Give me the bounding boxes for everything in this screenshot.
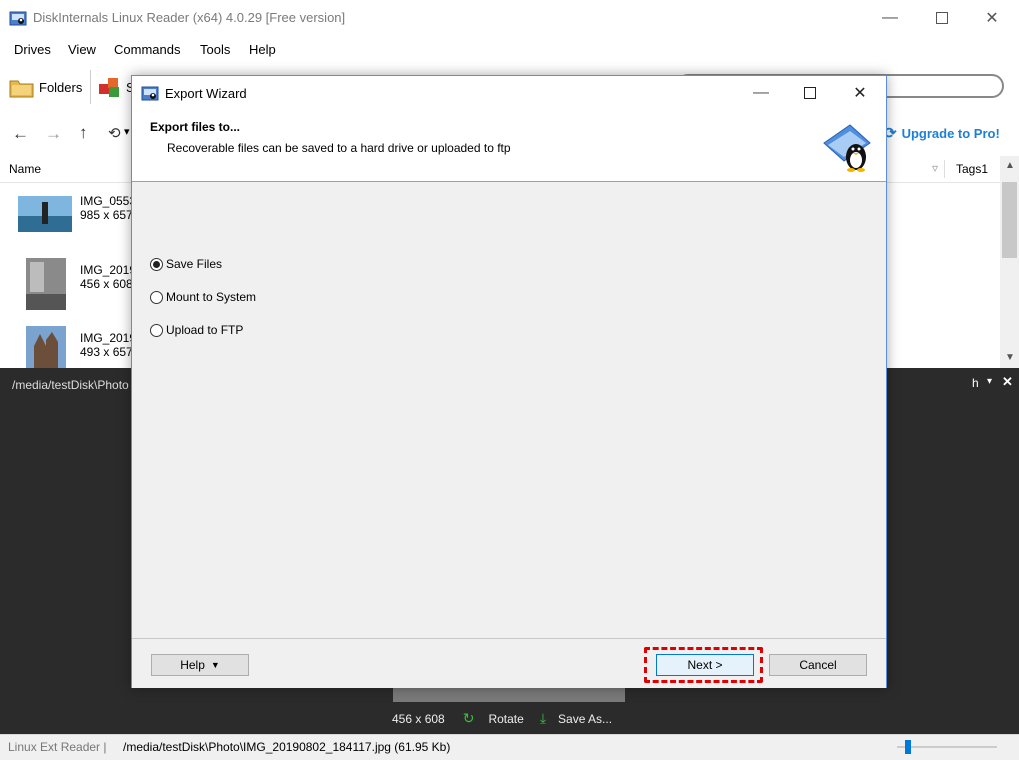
upgrade-link[interactable]: ⟳ Upgrade to Pro! bbox=[884, 124, 1000, 142]
dialog-footer: Help ▼ Next > Cancel bbox=[132, 638, 886, 688]
file-dims: 985 x 657 bbox=[80, 208, 133, 222]
save-as-icon[interactable]: ⤓ bbox=[540, 710, 546, 727]
dialog-header: Export files to... Recoverable files can… bbox=[132, 109, 886, 182]
toolbar-divider bbox=[90, 70, 91, 104]
list-item[interactable]: IMG_0553 985 x 657 bbox=[0, 194, 140, 256]
minimize-button[interactable]: — bbox=[867, 0, 913, 36]
list-item[interactable]: IMG_2019 456 x 608 bbox=[0, 258, 140, 320]
preview-close-icon[interactable]: ✕ bbox=[1002, 374, 1013, 390]
option-mount-label: Mount to System bbox=[166, 290, 257, 304]
dialog-app-icon bbox=[141, 86, 159, 101]
dialog-header-title: Export files to... bbox=[150, 120, 241, 134]
dialog-body: Save Files Mount to System Upload to FTP bbox=[132, 182, 886, 638]
file-dims: 493 x 657 bbox=[80, 345, 133, 359]
maximize-button[interactable] bbox=[919, 0, 965, 36]
zoom-slider-thumb[interactable] bbox=[904, 740, 911, 754]
maximize-icon bbox=[804, 86, 816, 99]
close-icon: ✕ bbox=[985, 10, 999, 27]
maximize-icon bbox=[936, 12, 948, 24]
dialog-close-button[interactable]: ✕ bbox=[837, 76, 883, 109]
column-divider bbox=[944, 160, 945, 178]
status-bar: Linux Ext Reader | /media/testDisk\Photo… bbox=[0, 734, 1019, 760]
dialog-maximize-button[interactable] bbox=[787, 76, 833, 109]
thumbnail-image bbox=[26, 258, 66, 310]
menu-help[interactable]: Help bbox=[249, 42, 276, 57]
cancel-button[interactable]: Cancel bbox=[769, 654, 867, 676]
minimize-icon: — bbox=[753, 83, 769, 101]
close-button[interactable]: ✕ bbox=[969, 0, 1015, 36]
option-mount-to-system[interactable]: Mount to System bbox=[150, 290, 256, 304]
save-as-button[interactable]: Save As... bbox=[558, 712, 612, 726]
preview-toolbar: 456 x 608 ↻ Rotate ⤓ Save As... bbox=[392, 710, 612, 727]
list-item[interactable]: IMG_2019 493 x 657 bbox=[0, 326, 140, 368]
preview-path: /media/testDisk\Photo bbox=[12, 378, 129, 392]
rotate-button[interactable]: Rotate bbox=[488, 712, 523, 726]
radio-upload-to-ftp[interactable] bbox=[150, 323, 163, 337]
file-name: IMG_2019 bbox=[80, 331, 137, 345]
file-name: IMG_2019 bbox=[80, 263, 137, 277]
file-name: IMG_0553 bbox=[80, 194, 137, 208]
preview-right-label: h bbox=[972, 376, 979, 390]
dialog-title: Export Wizard bbox=[165, 86, 247, 101]
folders-label: Folders bbox=[39, 79, 83, 95]
next-button[interactable]: Next > bbox=[656, 654, 754, 676]
dialog-minimize-button[interactable]: — bbox=[738, 76, 784, 109]
cubes-icon bbox=[99, 78, 119, 97]
zoom-slider-track[interactable] bbox=[897, 746, 997, 748]
upgrade-label: Upgrade to Pro! bbox=[901, 125, 1000, 141]
app-icon bbox=[9, 11, 27, 26]
column-name[interactable]: Name bbox=[9, 162, 41, 176]
up-arrow-icon[interactable]: ↑ bbox=[79, 123, 88, 143]
menu-commands[interactable]: Commands bbox=[114, 42, 180, 57]
folders-button[interactable]: Folders bbox=[8, 72, 82, 102]
filter-icon[interactable]: ▿ bbox=[932, 161, 938, 175]
option-ftp-label: Upload to FTP bbox=[166, 323, 244, 337]
thumbnail-image bbox=[18, 196, 72, 232]
option-save-files-label: Save Files bbox=[166, 257, 223, 271]
dialog-header-subtitle: Recoverable files can be saved to a hard… bbox=[167, 141, 511, 155]
minimize-icon: — bbox=[882, 9, 898, 26]
preview-image bbox=[393, 686, 625, 702]
export-wizard-dialog: Export Wizard — ✕ Export files to... Rec… bbox=[131, 75, 887, 688]
history-dropdown-icon[interactable]: ▾ bbox=[124, 125, 130, 138]
penguin-logo-icon bbox=[823, 124, 871, 172]
dialog-titlebar: Export Wizard — ✕ bbox=[132, 76, 886, 109]
radio-mount-to-system[interactable] bbox=[150, 290, 163, 304]
history-icon[interactable]: ⟲ bbox=[108, 124, 121, 142]
status-left: Linux Ext Reader | bbox=[8, 740, 107, 754]
next-button-label: Next > bbox=[687, 658, 723, 672]
scroll-up-icon[interactable]: ▲ bbox=[1005, 160, 1015, 171]
help-button-label: Help bbox=[180, 658, 205, 672]
main-titlebar: DiskInternals Linux Reader (x64) 4.0.29 … bbox=[0, 0, 1019, 36]
chevron-down-icon: ▼ bbox=[210, 660, 220, 670]
status-path: /media/testDisk\Photo\IMG_20190802_18411… bbox=[123, 740, 451, 754]
cancel-button-label: Cancel bbox=[799, 658, 837, 672]
folders-icon bbox=[9, 80, 34, 98]
close-icon: ✕ bbox=[853, 84, 867, 102]
rotate-icon[interactable]: ↻ bbox=[463, 710, 475, 727]
column-tags[interactable]: Tags1 bbox=[956, 162, 988, 176]
menu-view[interactable]: View bbox=[68, 42, 96, 57]
search-tool-button[interactable]: S bbox=[96, 72, 135, 102]
radio-save-files[interactable] bbox=[150, 257, 163, 271]
preview-dropdown-icon[interactable]: ▾ bbox=[987, 376, 992, 387]
option-save-files[interactable]: Save Files bbox=[150, 257, 222, 271]
file-dims: 456 x 608 bbox=[80, 277, 133, 291]
option-upload-to-ftp[interactable]: Upload to FTP bbox=[150, 323, 243, 337]
menu-tools[interactable]: Tools bbox=[200, 42, 230, 57]
forward-arrow-icon[interactable]: → bbox=[45, 124, 62, 144]
help-button[interactable]: Help ▼ bbox=[151, 654, 249, 676]
app-title: DiskInternals Linux Reader (x64) 4.0.29 … bbox=[33, 10, 346, 25]
list-scrollbar[interactable]: ▲ ▼ bbox=[1000, 156, 1019, 368]
menu-drives[interactable]: Drives bbox=[14, 42, 51, 57]
thumbnail-image bbox=[26, 326, 66, 368]
menu-bar: Drives View Commands Tools Help bbox=[0, 38, 1019, 62]
preview-dims: 456 x 608 bbox=[392, 711, 445, 726]
back-arrow-icon[interactable]: ← bbox=[12, 124, 29, 144]
scroll-down-icon[interactable]: ▼ bbox=[1005, 352, 1015, 363]
scroll-thumb[interactable] bbox=[1002, 182, 1017, 258]
